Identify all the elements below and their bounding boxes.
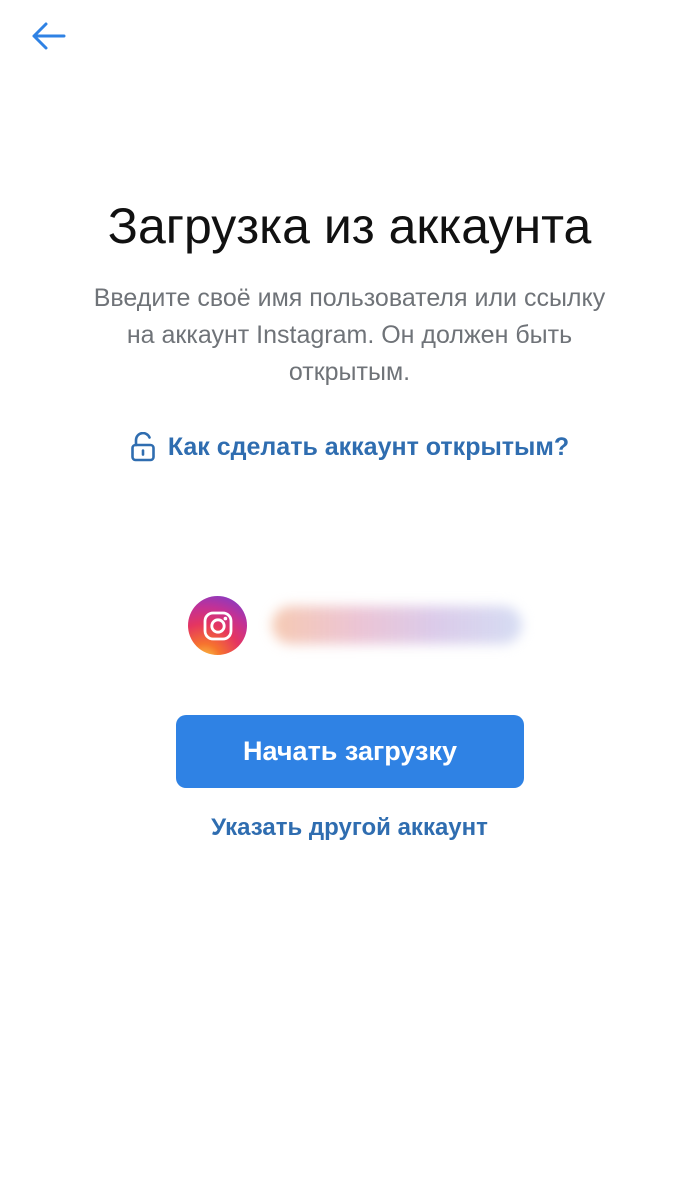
start-download-button[interactable]: Начать загрузку (176, 715, 524, 788)
instagram-icon (188, 596, 247, 655)
description-line-1: Введите своё имя пользователя или ссылку (93, 284, 606, 312)
arrow-left-icon (32, 22, 66, 50)
description-line-3: открытым. (288, 358, 411, 386)
back-button[interactable] (28, 16, 68, 56)
description-line-2: на аккаунт Instagram. Он должен быть (126, 321, 573, 349)
help-link-label: Как сделать аккаунт открытым? (167, 432, 570, 461)
how-to-make-public-link[interactable]: Как сделать аккаунт открытым? (0, 432, 699, 462)
username-redacted (272, 606, 522, 644)
account-row (188, 596, 528, 656)
page-title: Загрузка из аккаунта (107, 198, 592, 254)
change-account-link[interactable]: Указать другой аккаунт (0, 814, 699, 842)
unlock-icon (131, 432, 155, 462)
page-description: Введите своё имя пользователя или ссылку… (40, 280, 659, 391)
